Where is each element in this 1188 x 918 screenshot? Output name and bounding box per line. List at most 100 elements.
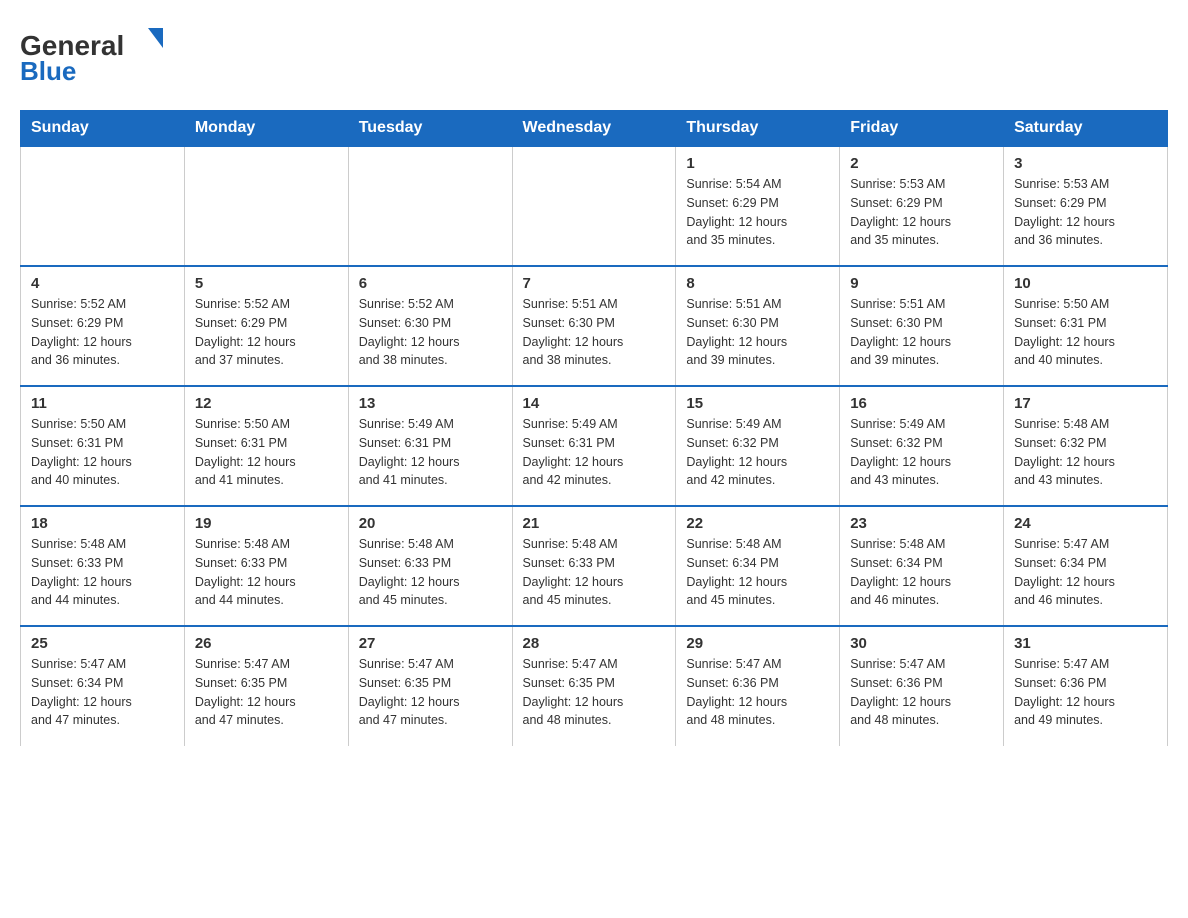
- day-info: Sunrise: 5:50 AMSunset: 6:31 PMDaylight:…: [31, 415, 174, 490]
- calendar-cell: 15 Sunrise: 5:49 AMSunset: 6:32 PMDayligh…: [676, 386, 840, 506]
- day-info: Sunrise: 5:50 AMSunset: 6:31 PMDaylight:…: [195, 415, 338, 490]
- calendar-cell: 28 Sunrise: 5:47 AMSunset: 6:35 PMDayligh…: [512, 626, 676, 746]
- day-info: Sunrise: 5:48 AMSunset: 6:34 PMDaylight:…: [686, 535, 829, 610]
- day-number: 28: [523, 635, 666, 652]
- calendar-cell: [512, 146, 676, 266]
- day-number: 27: [359, 635, 502, 652]
- day-info: Sunrise: 5:48 AMSunset: 6:33 PMDaylight:…: [523, 535, 666, 610]
- calendar-cell: 1 Sunrise: 5:54 AMSunset: 6:29 PMDaylight…: [676, 146, 840, 266]
- day-info: Sunrise: 5:48 AMSunset: 6:34 PMDaylight:…: [850, 535, 993, 610]
- day-number: 13: [359, 395, 502, 412]
- calendar-cell: 22Sunrise: 5:48 AMSunset: 6:34 PMDayligh…: [676, 506, 840, 626]
- day-number: 8: [686, 275, 829, 292]
- day-number: 7: [523, 275, 666, 292]
- calendar-cell: 13 Sunrise: 5:49 AMSunset: 6:31 PMDayligh…: [348, 386, 512, 506]
- calendar-cell: 3Sunrise: 5:53 AMSunset: 6:29 PMDaylight…: [1004, 146, 1168, 266]
- calendar-cell: 19 Sunrise: 5:48 AMSunset: 6:33 PMDayligh…: [184, 506, 348, 626]
- day-number: 11: [31, 395, 174, 412]
- day-number: 5: [195, 275, 338, 292]
- day-number: 2: [850, 155, 993, 172]
- day-number: 26: [195, 635, 338, 652]
- header-wednesday: Wednesday: [512, 111, 676, 147]
- calendar-week-row: 1 Sunrise: 5:54 AMSunset: 6:29 PMDaylight…: [21, 146, 1168, 266]
- day-info: Sunrise: 5:48 AMSunset: 6:33 PMDaylight:…: [195, 535, 338, 610]
- day-info: Sunrise: 5:47 AMSunset: 6:35 PMDaylight:…: [195, 655, 338, 730]
- day-number: 20: [359, 515, 502, 532]
- day-number: 4: [31, 275, 174, 292]
- calendar-cell: 29Sunrise: 5:47 AMSunset: 6:36 PMDayligh…: [676, 626, 840, 746]
- day-number: 1: [686, 155, 829, 172]
- day-info: Sunrise: 5:53 AMSunset: 6:29 PMDaylight:…: [850, 175, 993, 250]
- day-number: 6: [359, 275, 502, 292]
- calendar-week-row: 11 Sunrise: 5:50 AMSunset: 6:31 PMDayligh…: [21, 386, 1168, 506]
- calendar-cell: 31Sunrise: 5:47 AMSunset: 6:36 PMDayligh…: [1004, 626, 1168, 746]
- day-info: Sunrise: 5:47 AMSunset: 6:35 PMDaylight:…: [359, 655, 502, 730]
- calendar-cell: 10Sunrise: 5:50 AMSunset: 6:31 PMDayligh…: [1004, 266, 1168, 386]
- day-info: Sunrise: 5:48 AMSunset: 6:33 PMDaylight:…: [31, 535, 174, 610]
- logo-image: General Blue: [20, 20, 175, 90]
- calendar-cell: 14Sunrise: 5:49 AMSunset: 6:31 PMDayligh…: [512, 386, 676, 506]
- header-saturday: Saturday: [1004, 111, 1168, 147]
- day-info: Sunrise: 5:51 AMSunset: 6:30 PMDaylight:…: [850, 295, 993, 370]
- day-number: 31: [1014, 635, 1157, 652]
- day-info: Sunrise: 5:47 AMSunset: 6:35 PMDaylight:…: [523, 655, 666, 730]
- calendar-cell: 12 Sunrise: 5:50 AMSunset: 6:31 PMDayligh…: [184, 386, 348, 506]
- header-tuesday: Tuesday: [348, 111, 512, 147]
- calendar-cell: 20 Sunrise: 5:48 AMSunset: 6:33 PMDayligh…: [348, 506, 512, 626]
- header-thursday: Thursday: [676, 111, 840, 147]
- calendar-table: Sunday Monday Tuesday Wednesday Thursday…: [20, 110, 1168, 746]
- day-info: Sunrise: 5:49 AMSunset: 6:31 PMDaylight:…: [523, 415, 666, 490]
- svg-text:Blue: Blue: [20, 56, 76, 86]
- calendar-cell: 23 Sunrise: 5:48 AMSunset: 6:34 PMDayligh…: [840, 506, 1004, 626]
- calendar-cell: [348, 146, 512, 266]
- calendar-cell: 30Sunrise: 5:47 AMSunset: 6:36 PMDayligh…: [840, 626, 1004, 746]
- day-number: 17: [1014, 395, 1157, 412]
- day-number: 3: [1014, 155, 1157, 172]
- day-number: 23: [850, 515, 993, 532]
- day-number: 15: [686, 395, 829, 412]
- day-info: Sunrise: 5:52 AMSunset: 6:30 PMDaylight:…: [359, 295, 502, 370]
- day-info: Sunrise: 5:52 AMSunset: 6:29 PMDaylight:…: [195, 295, 338, 370]
- day-info: Sunrise: 5:54 AMSunset: 6:29 PMDaylight:…: [686, 175, 829, 250]
- calendar-week-row: 25Sunrise: 5:47 AMSunset: 6:34 PMDayligh…: [21, 626, 1168, 746]
- header-friday: Friday: [840, 111, 1004, 147]
- day-info: Sunrise: 5:48 AMSunset: 6:33 PMDaylight:…: [359, 535, 502, 610]
- day-number: 24: [1014, 515, 1157, 532]
- day-number: 12: [195, 395, 338, 412]
- day-number: 10: [1014, 275, 1157, 292]
- header-monday: Monday: [184, 111, 348, 147]
- calendar-week-row: 18 Sunrise: 5:48 AMSunset: 6:33 PMDayligh…: [21, 506, 1168, 626]
- day-info: Sunrise: 5:51 AMSunset: 6:30 PMDaylight:…: [686, 295, 829, 370]
- day-info: Sunrise: 5:52 AMSunset: 6:29 PMDaylight:…: [31, 295, 174, 370]
- day-number: 18: [31, 515, 174, 532]
- day-number: 30: [850, 635, 993, 652]
- logo-svg-icon: General Blue: [20, 20, 175, 90]
- calendar-cell: [21, 146, 185, 266]
- logo: General Blue: [20, 20, 175, 90]
- day-info: Sunrise: 5:49 AMSunset: 6:31 PMDaylight:…: [359, 415, 502, 490]
- calendar-cell: 8 Sunrise: 5:51 AMSunset: 6:30 PMDaylight…: [676, 266, 840, 386]
- day-number: 29: [686, 635, 829, 652]
- day-info: Sunrise: 5:49 AMSunset: 6:32 PMDaylight:…: [686, 415, 829, 490]
- day-info: Sunrise: 5:47 AMSunset: 6:34 PMDaylight:…: [1014, 535, 1157, 610]
- calendar-cell: 7 Sunrise: 5:51 AMSunset: 6:30 PMDaylight…: [512, 266, 676, 386]
- calendar-cell: 27 Sunrise: 5:47 AMSunset: 6:35 PMDayligh…: [348, 626, 512, 746]
- calendar-cell: 25Sunrise: 5:47 AMSunset: 6:34 PMDayligh…: [21, 626, 185, 746]
- day-number: 16: [850, 395, 993, 412]
- calendar-cell: 2 Sunrise: 5:53 AMSunset: 6:29 PMDaylight…: [840, 146, 1004, 266]
- calendar-cell: 9Sunrise: 5:51 AMSunset: 6:30 PMDaylight…: [840, 266, 1004, 386]
- day-info: Sunrise: 5:51 AMSunset: 6:30 PMDaylight:…: [523, 295, 666, 370]
- weekday-header-row: Sunday Monday Tuesday Wednesday Thursday…: [21, 111, 1168, 147]
- calendar-cell: [184, 146, 348, 266]
- calendar-cell: 26 Sunrise: 5:47 AMSunset: 6:35 PMDayligh…: [184, 626, 348, 746]
- calendar-cell: 18 Sunrise: 5:48 AMSunset: 6:33 PMDayligh…: [21, 506, 185, 626]
- day-info: Sunrise: 5:49 AMSunset: 6:32 PMDaylight:…: [850, 415, 993, 490]
- calendar-cell: 4 Sunrise: 5:52 AMSunset: 6:29 PMDaylight…: [21, 266, 185, 386]
- page-header: General Blue: [20, 20, 1168, 90]
- day-number: 21: [523, 515, 666, 532]
- calendar-cell: 24 Sunrise: 5:47 AMSunset: 6:34 PMDayligh…: [1004, 506, 1168, 626]
- header-sunday: Sunday: [21, 111, 185, 147]
- calendar-cell: 6 Sunrise: 5:52 AMSunset: 6:30 PMDaylight…: [348, 266, 512, 386]
- calendar-week-row: 4 Sunrise: 5:52 AMSunset: 6:29 PMDaylight…: [21, 266, 1168, 386]
- day-number: 19: [195, 515, 338, 532]
